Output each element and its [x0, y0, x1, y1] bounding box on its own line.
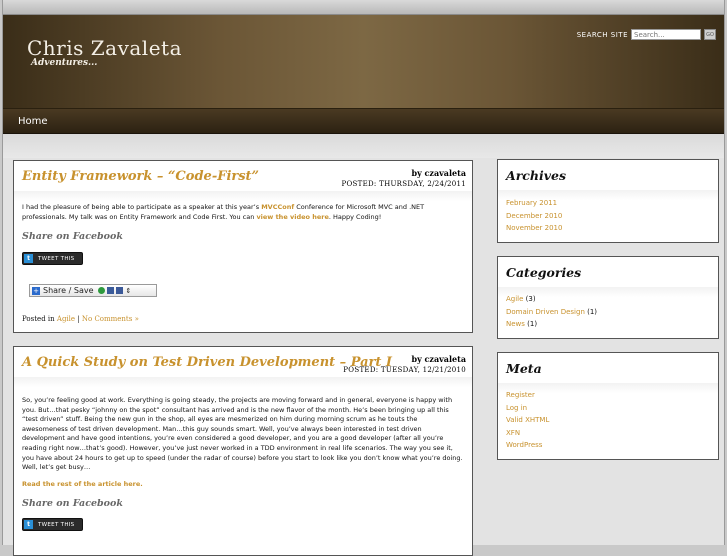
archive-link[interactable]: December 2010: [506, 210, 562, 223]
search-label: SEARCH SITE: [576, 30, 628, 39]
post-divider: [14, 377, 472, 387]
meta-wordpress-link[interactable]: WordPress: [506, 439, 549, 452]
share-save-label: Share / Save: [43, 286, 94, 295]
post-meta: Posted in Agile | No Comments »: [22, 315, 139, 323]
chevron-icon: ⇕: [125, 286, 132, 295]
post-date: POSTED: TUESDAY, 12/21/2010: [343, 366, 466, 374]
category-link[interactable]: News: [506, 320, 525, 328]
read-more-link[interactable]: Read the rest of the article here.: [22, 480, 464, 490]
post-card: A Quick Study on Test Driven Development…: [13, 346, 473, 556]
search-button[interactable]: GO: [704, 29, 716, 40]
post-author: by czavaleta: [411, 354, 466, 364]
post-author: by czavaleta: [411, 168, 466, 178]
search-input[interactable]: [631, 29, 701, 40]
post-date: POSTED: THURSDAY, 2/24/2011: [341, 180, 466, 188]
category-link[interactable]: Domain Driven Design: [506, 308, 585, 316]
tweet-this-label: TWEET THIS: [38, 521, 75, 528]
main-nav: Home: [3, 109, 724, 134]
meta-title: Meta: [506, 361, 542, 376]
twitter-icon: t: [24, 254, 33, 263]
post-body-text: I had the pleasure of being able to part…: [22, 203, 262, 211]
tweet-this-button[interactable]: t TWEET THIS: [22, 252, 83, 265]
posted-in-label: Posted in: [22, 315, 55, 323]
post-title[interactable]: Entity Framework – “Code-First”: [22, 169, 259, 184]
subheader-bar: [3, 134, 724, 158]
delicious-icon: [106, 287, 114, 294]
site-header: Chris Zavaleta Adventures... SEARCH SITE…: [3, 0, 724, 109]
archives-title: Archives: [506, 168, 566, 183]
plus-icon: +: [32, 286, 40, 295]
archives-list: February 2011 December 2010 November 201…: [506, 197, 562, 235]
category-link[interactable]: Agile: [506, 295, 523, 303]
search-form: SEARCH SITE GO: [577, 29, 716, 40]
share-save-button[interactable]: + Share / Save ⇕: [29, 284, 157, 297]
meta-login-link[interactable]: Log in: [506, 402, 549, 415]
meta-widget: Meta Register Log in Valid XHTML XFN Wor…: [497, 352, 719, 460]
post-body-text: . Happy Coding!: [328, 212, 382, 221]
category-count: (3): [525, 295, 536, 303]
comments-link[interactable]: No Comments »: [82, 315, 139, 323]
categories-list: Agile (3) Domain Driven Design (1) News …: [506, 293, 597, 331]
post-divider: [14, 191, 472, 201]
meta-xfn-link[interactable]: XFN: [506, 427, 549, 440]
post-card: Entity Framework – “Code-First” by czava…: [13, 160, 473, 333]
page: Chris Zavaleta Adventures... SEARCH SITE…: [2, 0, 725, 556]
email-icon: [97, 287, 105, 294]
share-on-facebook-link[interactable]: Share on Facebook: [22, 498, 123, 509]
tweet-this-button[interactable]: t TWEET THIS: [22, 518, 83, 531]
share-on-facebook-link[interactable]: Share on Facebook: [22, 231, 123, 242]
category-link[interactable]: Agile: [57, 315, 75, 323]
category-item: News (1): [506, 318, 597, 331]
nav-item-home[interactable]: Home: [18, 116, 48, 127]
archive-link[interactable]: November 2010: [506, 222, 562, 235]
meta-xhtml-link[interactable]: Valid XHTML: [506, 414, 549, 427]
video-link[interactable]: view the video here: [256, 213, 328, 221]
post-title[interactable]: A Quick Study on Test Driven Development…: [22, 355, 392, 370]
category-item: Agile (3): [506, 293, 597, 306]
twitter-icon: t: [24, 520, 33, 529]
meta-list: Register Log in Valid XHTML XFN WordPres…: [506, 389, 549, 452]
categories-title: Categories: [506, 265, 582, 280]
category-count: (1): [587, 307, 598, 316]
categories-widget: Categories Agile (3) Domain Driven Desig…: [497, 256, 719, 339]
meta-register-link[interactable]: Register: [506, 389, 549, 402]
post-body: So, you’re feeling good at work. Everyth…: [22, 396, 463, 472]
tweet-this-label: TWEET THIS: [38, 255, 75, 262]
archives-widget: Archives February 2011 December 2010 Nov…: [497, 159, 719, 243]
post-body: I had the pleasure of being able to part…: [22, 203, 464, 222]
category-item: Domain Driven Design (1): [506, 306, 597, 319]
mvcconf-link[interactable]: MVCConf: [261, 203, 294, 211]
facebook-icon: [115, 287, 123, 294]
site-tagline: Adventures...: [31, 58, 98, 68]
site-title[interactable]: Chris Zavaleta: [27, 36, 182, 60]
archive-link[interactable]: February 2011: [506, 197, 562, 210]
category-count: (1): [527, 320, 538, 329]
meta-separator: |: [77, 315, 80, 323]
